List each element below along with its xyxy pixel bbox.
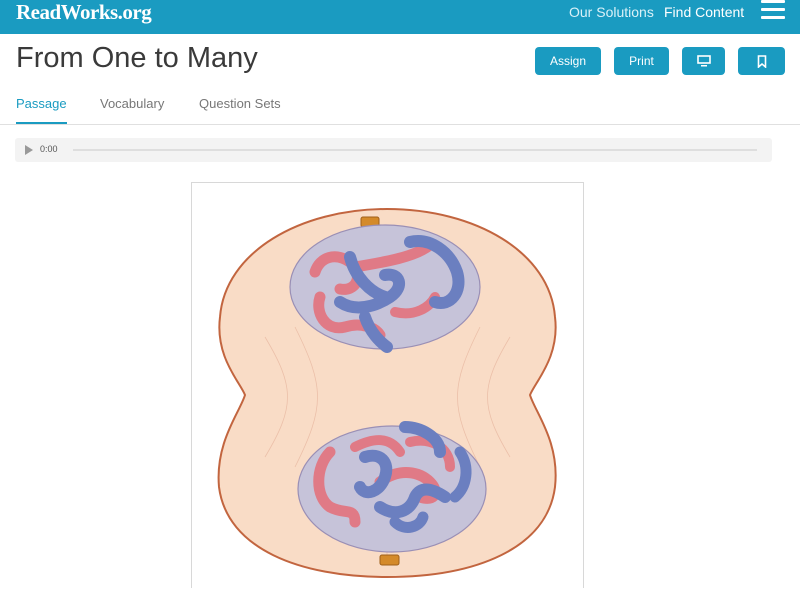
monitor-icon <box>696 55 711 67</box>
tab-vocabulary[interactable]: Vocabulary <box>100 96 164 124</box>
cell-division-illustration <box>205 197 570 589</box>
top-bar: ReadWorks.org Our Solutions Find Content <box>0 0 800 34</box>
passage-figure <box>191 182 584 589</box>
audio-progress-track[interactable] <box>73 149 757 151</box>
readworks-logo[interactable]: ReadWorks.org <box>16 0 152 25</box>
assign-button[interactable]: Assign <box>535 47 601 75</box>
audio-time: 0:00 <box>40 144 58 154</box>
tab-question-sets[interactable]: Question Sets <box>199 96 281 124</box>
nav-our-solutions[interactable]: Our Solutions <box>569 4 654 20</box>
nav-find-content[interactable]: Find Content <box>664 4 744 20</box>
present-button[interactable] <box>682 47 725 75</box>
print-button[interactable]: Print <box>614 47 669 75</box>
tab-passage[interactable]: Passage <box>16 96 67 124</box>
audio-player: 0:00 <box>15 138 772 162</box>
bookmark-button[interactable] <box>738 47 785 75</box>
bookmark-icon <box>757 54 766 68</box>
page-title: From One to Many <box>16 42 258 74</box>
hamburger-menu-icon[interactable] <box>761 0 785 20</box>
play-icon[interactable] <box>25 145 33 155</box>
tab-bar: Passage Vocabulary Question Sets <box>0 96 800 125</box>
